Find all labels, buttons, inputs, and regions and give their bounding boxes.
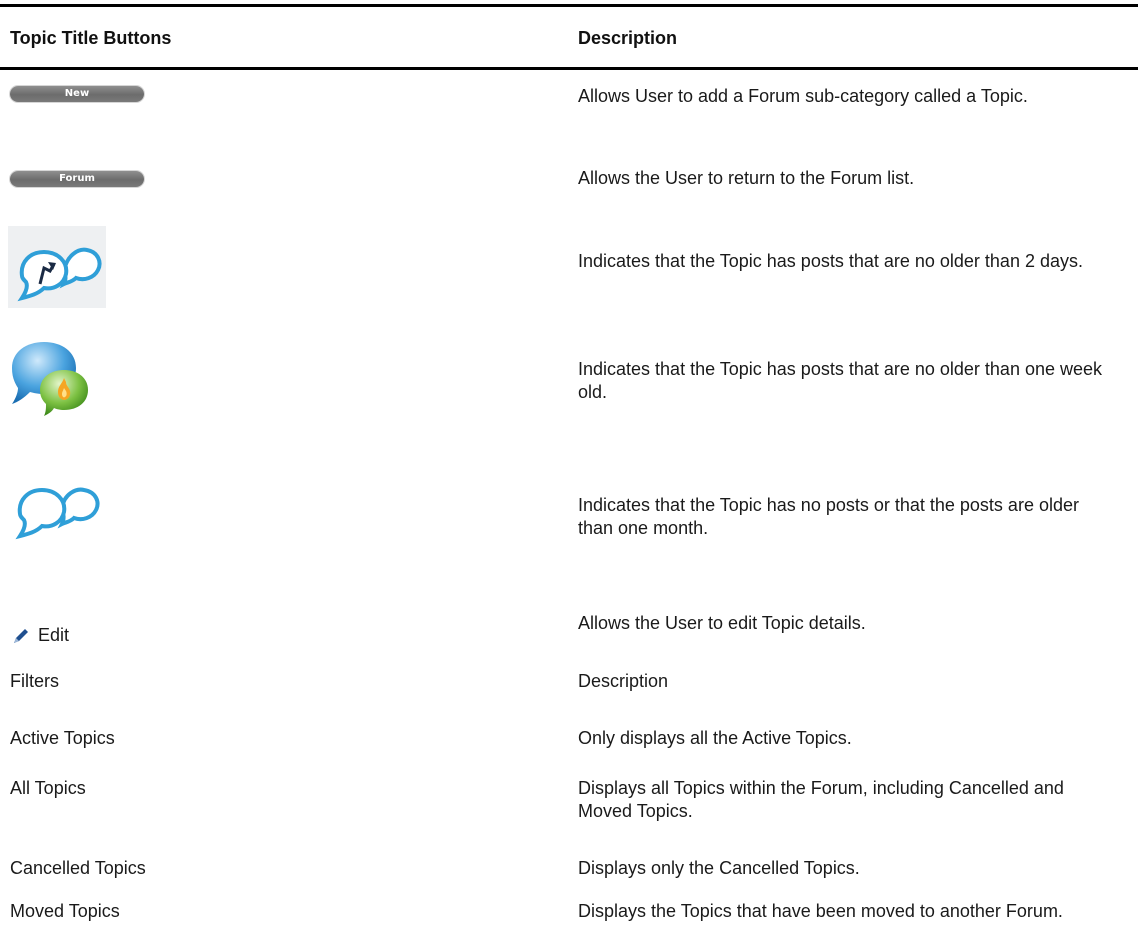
new-button-description: Allows User to add a Forum sub-category … <box>578 86 1028 106</box>
forum-button-description: Allows the User to return to the Forum l… <box>578 168 915 188</box>
forum-button[interactable]: Forum <box>10 171 144 187</box>
table-header-rule <box>0 67 1138 70</box>
table-top-rule <box>0 4 1138 7</box>
hot-topic-description: Indicates that the Topic has posts that … <box>578 359 1103 402</box>
column-header-description: Description <box>578 28 678 48</box>
filter-cancelled-topics[interactable]: Cancelled Topics <box>10 857 146 880</box>
edit-label: Edit <box>38 625 70 645</box>
recent-posts-chat-icon <box>8 226 106 308</box>
column-header-topic-title-buttons: Topic Title Buttons <box>10 28 172 48</box>
filter-active-topics-description: Only displays all the Active Topics. <box>578 728 852 748</box>
empty-chat-icon <box>8 470 104 550</box>
filters-column-header: Filters <box>10 671 59 691</box>
filters-description-header: Description <box>578 671 669 691</box>
filter-all-topics[interactable]: All Topics <box>10 777 86 800</box>
filter-moved-topics[interactable]: Moved Topics <box>10 900 120 923</box>
filter-cancelled-topics-description: Displays only the Cancelled Topics. <box>578 858 860 878</box>
filter-moved-topics-description: Displays the Topics that have been moved… <box>578 901 1063 921</box>
pencil-icon <box>14 629 28 643</box>
filter-all-topics-description: Displays all Topics within the Forum, in… <box>578 778 1064 821</box>
empty-topic-description: Indicates that the Topic has no posts or… <box>578 495 1079 538</box>
hot-topic-chat-icon <box>8 334 108 418</box>
filter-active-topics[interactable]: Active Topics <box>10 727 115 750</box>
edit-description: Allows the User to edit Topic details. <box>578 613 866 633</box>
new-button[interactable]: New <box>10 86 144 102</box>
recent-posts-description: Indicates that the Topic has posts that … <box>578 251 1083 271</box>
